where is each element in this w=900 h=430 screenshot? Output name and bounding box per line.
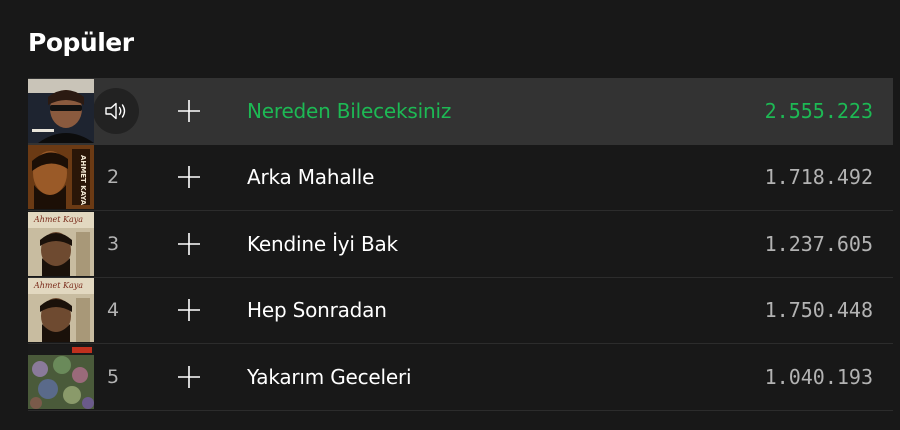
track-row[interactable]: Nereden Bileceksiniz 2.555.223 xyxy=(28,78,893,145)
track-list: Nereden Bileceksiniz 2.555.223 AHMET KAY… xyxy=(28,78,893,411)
track-row[interactable]: Ahmet Kaya 3 Kendine İyi Bak 1.237.605 xyxy=(28,211,893,278)
svg-text:AHMET KAYA: AHMET KAYA xyxy=(79,155,87,206)
speaker-icon[interactable] xyxy=(93,87,139,134)
play-count: 2.555.223 xyxy=(764,98,873,123)
album-cover: AHMET KAYA xyxy=(28,145,94,210)
track-title[interactable]: Hep Sonradan xyxy=(224,298,713,322)
play-count: 1.750.448 xyxy=(764,298,873,323)
plus-icon[interactable] xyxy=(175,163,203,191)
plus-icon[interactable] xyxy=(175,363,203,391)
track-title[interactable]: Yakarım Geceleri xyxy=(224,365,713,389)
album-cover xyxy=(28,78,94,143)
index-cell xyxy=(93,87,154,134)
track-number: 3 xyxy=(106,232,120,255)
track-number: 5 xyxy=(106,365,120,388)
track-number: 4 xyxy=(106,299,120,322)
album-cover: Ahmet Kaya xyxy=(28,211,94,276)
add-cell xyxy=(154,163,224,191)
add-cell xyxy=(154,97,224,125)
album-cover: Ahmet Kaya xyxy=(28,278,94,343)
svg-text:Ahmet Kaya: Ahmet Kaya xyxy=(33,215,83,224)
add-cell xyxy=(154,230,224,258)
track-title[interactable]: Kendine İyi Bak xyxy=(224,232,713,256)
plus-icon[interactable] xyxy=(175,97,203,125)
play-count: 1.718.492 xyxy=(764,165,873,190)
index-cell: 5 xyxy=(94,366,154,388)
popular-tracks-panel: Popüler Nereden Bileceksiniz 2.555.223 A… xyxy=(0,0,900,430)
play-count: 1.237.605 xyxy=(764,231,873,256)
track-row[interactable]: Ahmet Kaya 4 Hep Sonradan 1.750.448 xyxy=(28,278,893,344)
index-cell: 3 xyxy=(94,233,154,255)
index-cell: 4 xyxy=(94,299,154,321)
plus-icon[interactable] xyxy=(175,230,203,258)
track-row[interactable]: AHMET KAYA 2 Arka Mahalle 1.718.492 xyxy=(28,145,893,211)
album-cover xyxy=(28,344,94,409)
add-cell xyxy=(154,363,224,391)
svg-text:Ahmet Kaya: Ahmet Kaya xyxy=(33,281,83,290)
track-title[interactable]: Nereden Bileceksiniz xyxy=(224,99,713,123)
index-cell: 2 xyxy=(94,166,154,188)
track-title[interactable]: Arka Mahalle xyxy=(224,165,713,189)
plus-icon[interactable] xyxy=(175,296,203,324)
track-row[interactable]: 5 Yakarım Geceleri 1.040.193 xyxy=(28,344,893,411)
section-title: Popüler xyxy=(28,28,134,57)
track-number: 2 xyxy=(106,166,120,189)
play-count: 1.040.193 xyxy=(764,364,873,389)
add-cell xyxy=(154,296,224,324)
